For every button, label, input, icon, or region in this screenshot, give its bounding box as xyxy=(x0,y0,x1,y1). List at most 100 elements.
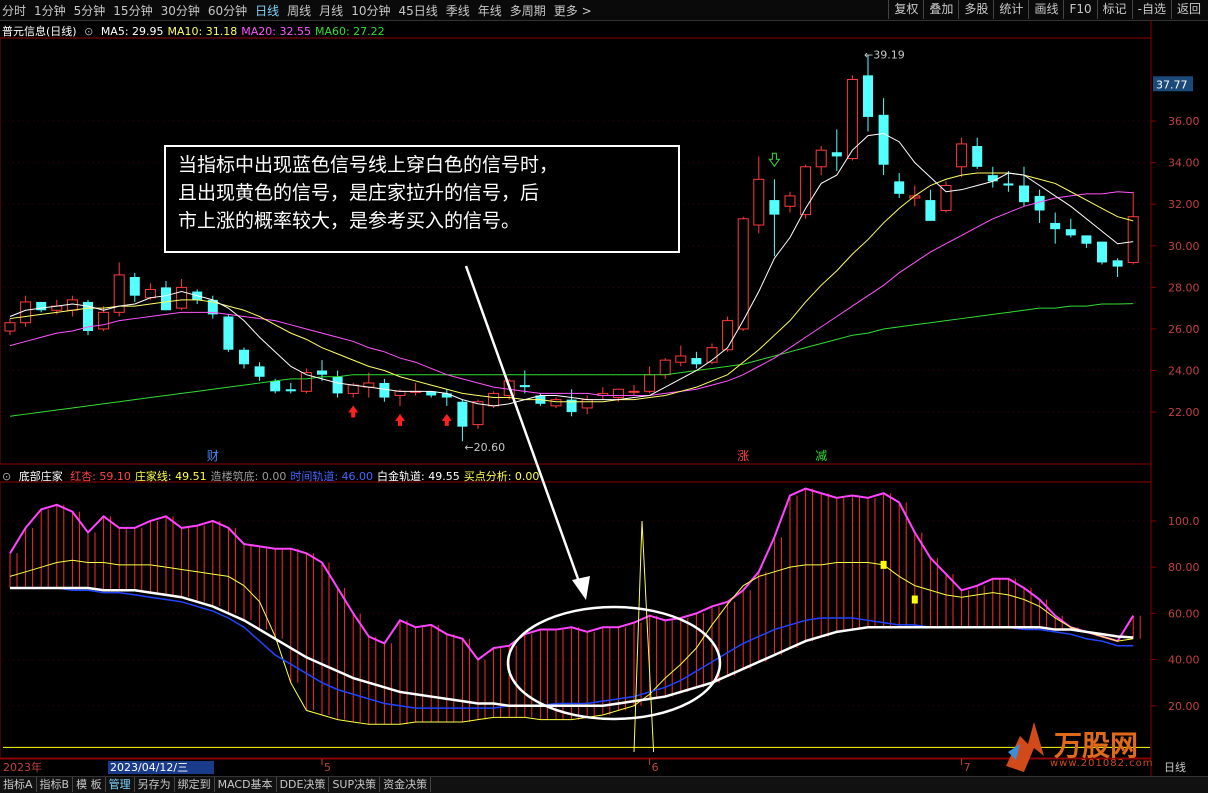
signal-marker xyxy=(911,595,918,604)
candle-body xyxy=(239,349,249,365)
candle-body xyxy=(769,200,780,215)
candle-body xyxy=(675,355,687,363)
candle-body xyxy=(270,380,281,392)
candle-body xyxy=(987,175,998,182)
candle-body xyxy=(612,388,624,399)
event-marker: 减 xyxy=(815,449,827,463)
candle-body xyxy=(753,178,765,226)
y-tick-label: 36.00 xyxy=(1168,115,1200,128)
y-tick-label: 24.00 xyxy=(1168,365,1200,378)
candle-body xyxy=(722,320,734,351)
candle-body xyxy=(98,311,110,330)
x-month-label: 7 xyxy=(964,761,971,774)
candle-body xyxy=(940,185,952,211)
candle-body xyxy=(285,389,296,392)
y-tick-label: 34.00 xyxy=(1168,157,1200,170)
candle-body xyxy=(863,75,873,117)
y-tick-label: 100.0 xyxy=(1168,515,1200,528)
y-tick-label: 20.00 xyxy=(1168,700,1200,713)
bottom-tab[interactable]: MACD基本 xyxy=(215,777,277,792)
current-price-label: 37.77 xyxy=(1156,78,1188,91)
y-tick-label: 30.00 xyxy=(1168,240,1200,253)
annotation-callout: 当指标中出现蓝色信号线上穿白色的信号时， 且出现黄色的信号，是庄家拉升的信号，后… xyxy=(164,145,680,253)
watermark-logo: 万股网 www.201082.com xyxy=(1000,716,1200,774)
candle-body xyxy=(441,393,452,398)
candle-body xyxy=(972,146,983,167)
candle-body xyxy=(519,385,530,388)
sell-arrow-icon xyxy=(768,152,781,168)
candle-body xyxy=(472,401,484,426)
candle-body xyxy=(20,301,32,324)
candle-body xyxy=(550,399,562,407)
candle-body xyxy=(815,149,827,168)
y-tick-label: 26.00 xyxy=(1168,323,1200,336)
callout-line: 当指标中出现蓝色信号线上穿白色的信号时， xyxy=(178,154,559,176)
candle-body xyxy=(831,152,842,157)
bottom-tab[interactable]: 指标B xyxy=(37,777,74,792)
candle-body xyxy=(317,370,327,375)
indicator-tabs: 指标A 指标B 模 板管理 另存为 绑定到 MACD基本 DDE决策 SUP决策 资金决策 xyxy=(0,776,1208,793)
candle-body xyxy=(1112,260,1123,267)
x-month-label: 5 xyxy=(324,761,331,774)
candle-body xyxy=(4,322,16,332)
callout-line: 且出现黄色的信号，是庄家拉升的信号，后 xyxy=(178,182,540,204)
candle-body xyxy=(1065,229,1076,236)
bottom-tab[interactable]: DDE决策 xyxy=(277,777,330,792)
annotation-arrow xyxy=(464,265,584,591)
candle-body xyxy=(347,384,359,394)
candle-body xyxy=(581,399,593,409)
candle-body xyxy=(223,316,234,350)
candle-body xyxy=(1081,235,1092,244)
bottom-tab[interactable]: 指标A xyxy=(0,777,37,792)
candle-body xyxy=(956,143,968,168)
candle-body xyxy=(894,181,905,194)
candle-body xyxy=(457,401,468,427)
y-tick-label: 32.00 xyxy=(1168,198,1200,211)
event-marker: 涨 xyxy=(737,448,749,463)
candle-body xyxy=(66,299,78,311)
candle-body xyxy=(644,374,656,392)
candle-body xyxy=(379,383,390,398)
buy-arrow-icon xyxy=(395,413,405,426)
candle-body xyxy=(878,114,889,165)
kline-chart[interactable]: 36.00 34.00 32.00 30.00 28.00 26.00 24.00 22.00… xyxy=(0,0,1208,792)
candle-body xyxy=(784,195,796,207)
annotation-arrowhead-icon xyxy=(572,576,590,600)
candle-body xyxy=(1097,241,1107,263)
bottom-tab[interactable]: 另存为 xyxy=(135,777,175,792)
candle-body xyxy=(628,390,640,393)
bottom-tab[interactable]: 绑定到 xyxy=(175,777,215,792)
buy-arrow-icon xyxy=(348,405,359,418)
candle-body xyxy=(1127,216,1139,263)
buy-arrow-icon xyxy=(441,413,452,426)
callout-line: 市上涨的概率较大，是参考买入的信号。 xyxy=(178,210,521,232)
signal-marker xyxy=(880,560,887,569)
candle-body xyxy=(332,376,343,394)
low-price-label: ←20.60 xyxy=(464,441,505,454)
y-tick-label: 40.00 xyxy=(1168,654,1200,667)
bottom-tab[interactable]: 资金决策 xyxy=(380,777,432,792)
y-tick-label: 60.00 xyxy=(1168,607,1200,620)
candle-body xyxy=(659,359,671,376)
bottom-tab[interactable]: 模 板 xyxy=(73,777,106,792)
candle-body xyxy=(394,390,406,396)
candle-body xyxy=(176,286,188,309)
candle-body xyxy=(488,392,500,407)
candle-body xyxy=(1050,222,1061,230)
bottom-tab[interactable]: SUP决策 xyxy=(329,777,381,792)
logo-url: www.201082.com xyxy=(1050,758,1154,769)
event-marker: 财 xyxy=(207,449,219,463)
high-price-label: ←39.19 xyxy=(864,49,905,62)
logo-arrow-icon xyxy=(1006,722,1044,772)
date-cursor-label: 2023/04/12/三 xyxy=(110,761,188,774)
candle-body xyxy=(1019,185,1029,203)
candle-body xyxy=(1003,183,1014,186)
candle-body xyxy=(129,276,140,296)
x-month-label: 6 xyxy=(652,761,659,774)
y-tick-label: 28.00 xyxy=(1168,281,1200,294)
candle-body xyxy=(254,366,265,377)
bottom-tab[interactable]: 管理 xyxy=(106,777,135,792)
candle-body xyxy=(737,218,749,330)
y-tick-label: 80.00 xyxy=(1168,561,1200,574)
candle-body xyxy=(691,358,702,365)
